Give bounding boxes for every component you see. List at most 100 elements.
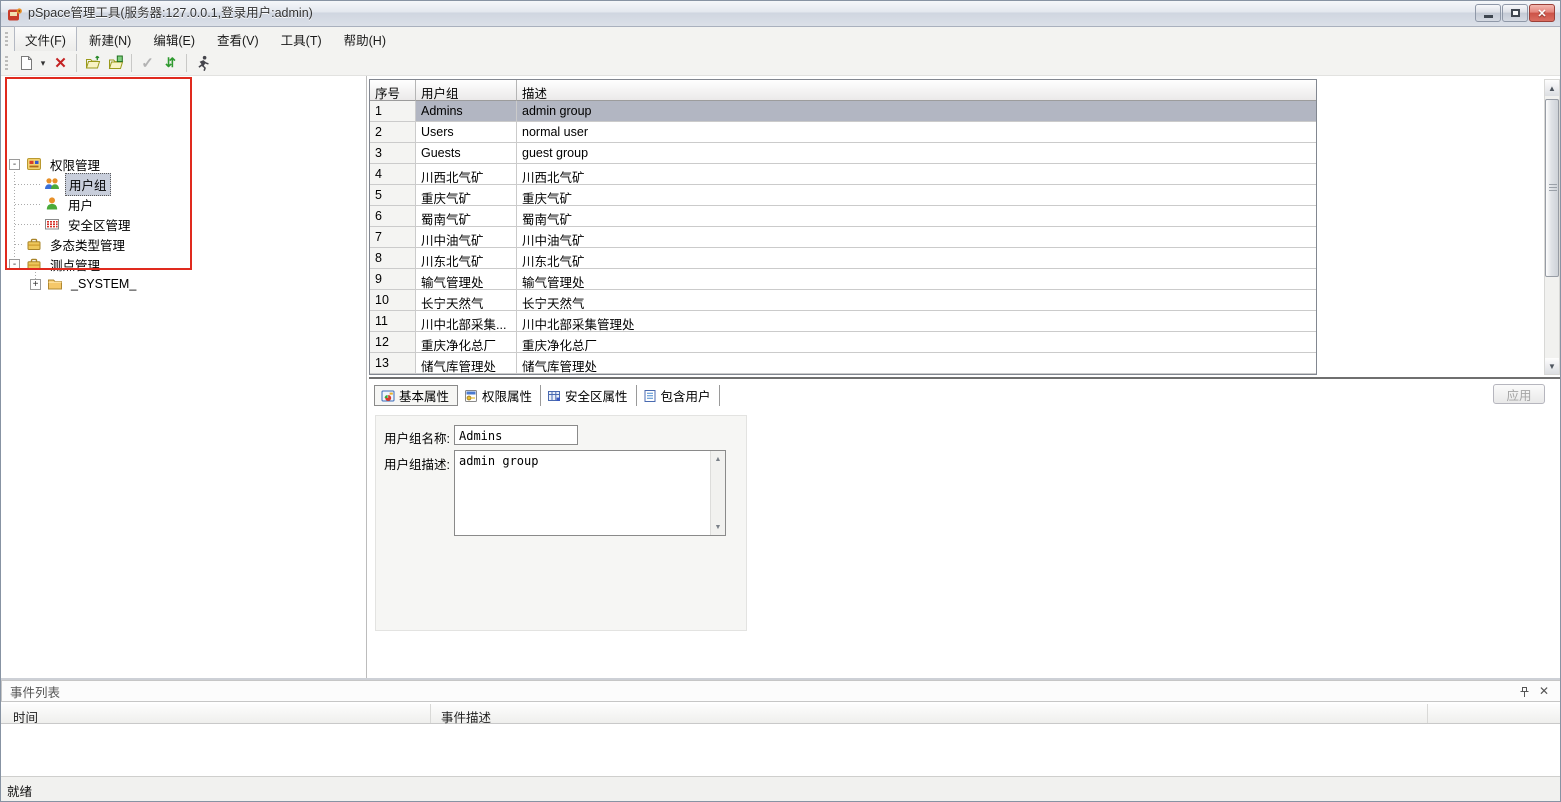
- column-header-description[interactable]: 描述: [517, 80, 1316, 101]
- scroll-up-icon[interactable]: ▲: [711, 452, 725, 466]
- column-header-index[interactable]: 序号: [370, 80, 416, 101]
- cell-description: 储气库管理处: [517, 353, 1316, 374]
- folder-icon: [47, 276, 63, 292]
- property-tabbar: 基本属性 权限属性 安全区属性 包含用户: [374, 385, 720, 406]
- new-item-dropdown[interactable]: ▾: [37, 52, 49, 74]
- close-button[interactable]: ✕: [1529, 4, 1555, 22]
- new-item-button[interactable]: [14, 52, 37, 74]
- expand-icon[interactable]: +: [30, 279, 41, 290]
- app-window: pSpace管理工具(服务器:127.0.0.1,登录用户:admin) ✕ 文…: [0, 0, 1561, 802]
- close-panel-button[interactable]: ✕: [1537, 684, 1551, 698]
- chevron-down-icon: ▾: [38, 58, 48, 69]
- tab-security-zone-properties[interactable]: 安全区属性: [541, 385, 637, 406]
- tab-label: 包含用户: [661, 386, 711, 405]
- tree-item-label: 用户: [65, 194, 96, 215]
- tree-item-security-zone-mgmt[interactable]: 安全区管理: [1, 214, 361, 234]
- cell-description: 长宁天然气: [517, 290, 1316, 311]
- tab-basic-properties[interactable]: 基本属性: [374, 385, 458, 406]
- tree-item-measurement-point-mgmt[interactable]: - 测点管理: [1, 254, 361, 274]
- tree-item-permission-mgmt[interactable]: - 权限管理: [1, 154, 361, 174]
- event-table-header: 时间 事件描述: [1, 704, 1561, 724]
- minimize-icon: [1484, 15, 1493, 18]
- tree-item-polymorphic-type-mgmt[interactable]: 多态类型管理: [1, 234, 361, 254]
- table-row[interactable]: 8川东北气矿川东北气矿: [370, 248, 1316, 269]
- menu-tools[interactable]: 工具(T): [271, 27, 332, 52]
- tab-permission-properties[interactable]: 权限属性: [458, 385, 541, 406]
- table-row[interactable]: 9输气管理处输气管理处: [370, 269, 1316, 290]
- table-row[interactable]: 13储气库管理处储气库管理处: [370, 353, 1316, 374]
- cell-index: 2: [370, 122, 416, 143]
- menu-new[interactable]: 新建(N): [79, 27, 141, 52]
- cell-index: 8: [370, 248, 416, 269]
- cell-index: 7: [370, 227, 416, 248]
- textarea-scrollbar[interactable]: ▲ ▼: [710, 451, 725, 535]
- menubar-grip[interactable]: [5, 32, 8, 47]
- table-row[interactable]: 11川中北部采集...川中北部采集管理处: [370, 311, 1316, 332]
- delete-button[interactable]: ✕: [49, 52, 72, 74]
- menu-edit[interactable]: 编辑(E): [143, 27, 205, 52]
- basic-properties-form: 用户组名称: Admins 用户组描述: admin group ▲ ▼: [375, 415, 747, 631]
- maximize-button[interactable]: [1502, 4, 1528, 22]
- run-button[interactable]: [191, 52, 214, 74]
- column-header-user-group[interactable]: 用户组: [416, 80, 517, 101]
- cell-description: 川中油气矿: [517, 227, 1316, 248]
- tree-item-label: 权限管理: [47, 154, 103, 175]
- table-row[interactable]: 3Guestsguest group: [370, 143, 1316, 164]
- table-row[interactable]: 2Usersnormal user: [370, 122, 1316, 143]
- tree-item-label: 用户组: [65, 173, 111, 196]
- apply-button[interactable]: 应用: [1493, 384, 1545, 404]
- scroll-down-button[interactable]: ▼: [1545, 358, 1559, 374]
- menu-help[interactable]: 帮助(H): [334, 27, 396, 52]
- table-row[interactable]: 4川西北气矿川西北气矿: [370, 164, 1316, 185]
- group-desc-value: admin group: [459, 454, 538, 468]
- permission-properties-icon: [464, 389, 478, 403]
- apply-changes-button[interactable]: ✓: [136, 52, 159, 74]
- table-row[interactable]: 12重庆净化总厂重庆净化总厂: [370, 332, 1316, 353]
- scroll-down-icon[interactable]: ▼: [711, 520, 725, 534]
- table-row[interactable]: 7川中油气矿川中油气矿: [370, 227, 1316, 248]
- refresh-icon: ⇵: [165, 55, 176, 71]
- cell-index: 11: [370, 311, 416, 332]
- import-button[interactable]: [81, 52, 104, 74]
- table-row[interactable]: 5重庆气矿重庆气矿: [370, 185, 1316, 206]
- toolbar-grip[interactable]: [5, 56, 8, 71]
- table-vertical-scrollbar[interactable]: ▲ ▼: [1544, 79, 1560, 375]
- tree-item-label: _SYSTEM_: [68, 276, 139, 292]
- tab-label: 安全区属性: [565, 386, 628, 405]
- security-zone-icon: [44, 216, 60, 232]
- toolbox-icon: [26, 236, 42, 252]
- group-desc-label: 用户组描述:: [384, 454, 450, 473]
- table-row[interactable]: 1Adminsadmin group: [370, 101, 1316, 122]
- collapse-icon[interactable]: -: [9, 259, 20, 270]
- cell-description: 重庆净化总厂: [517, 332, 1316, 353]
- minimize-button[interactable]: [1475, 4, 1501, 22]
- cell-index: 4: [370, 164, 416, 185]
- navigation-panel: - 权限管理 用户组: [1, 76, 367, 678]
- scrollbar-thumb[interactable]: [1545, 99, 1559, 277]
- app-icon: [7, 6, 23, 22]
- tree-item-system-folder[interactable]: + _SYSTEM_: [1, 274, 361, 294]
- tree-item-users[interactable]: 用户: [1, 194, 361, 214]
- cell-user-group: 重庆气矿: [416, 185, 517, 206]
- tab-included-users[interactable]: 包含用户: [637, 385, 720, 406]
- scroll-up-icon: ▲: [1548, 84, 1556, 93]
- scroll-up-button[interactable]: ▲: [1545, 80, 1559, 96]
- column-header-event-description[interactable]: 事件描述: [431, 704, 1428, 723]
- table-row[interactable]: 10长宁天然气长宁天然气: [370, 290, 1316, 311]
- cell-user-group: Guests: [416, 143, 517, 164]
- refresh-button[interactable]: ⇵: [159, 52, 182, 74]
- scroll-down-icon: ▼: [1548, 362, 1556, 371]
- pin-panel-button[interactable]: [1517, 685, 1531, 699]
- group-name-input[interactable]: Admins: [454, 425, 578, 445]
- horizontal-splitter[interactable]: [369, 377, 1561, 379]
- column-header-time[interactable]: 时间: [1, 704, 431, 723]
- menu-file[interactable]: 文件(F): [14, 26, 77, 53]
- table-row[interactable]: 6蜀南气矿蜀南气矿: [370, 206, 1316, 227]
- group-desc-textarea[interactable]: admin group ▲ ▼: [454, 450, 726, 536]
- cell-user-group: 川西北气矿: [416, 164, 517, 185]
- collapse-icon[interactable]: -: [9, 159, 20, 170]
- export-button[interactable]: [104, 52, 127, 74]
- tree-item-user-groups[interactable]: 用户组: [1, 174, 361, 194]
- maximize-icon: [1511, 9, 1520, 17]
- menu-view[interactable]: 查看(V): [207, 27, 269, 52]
